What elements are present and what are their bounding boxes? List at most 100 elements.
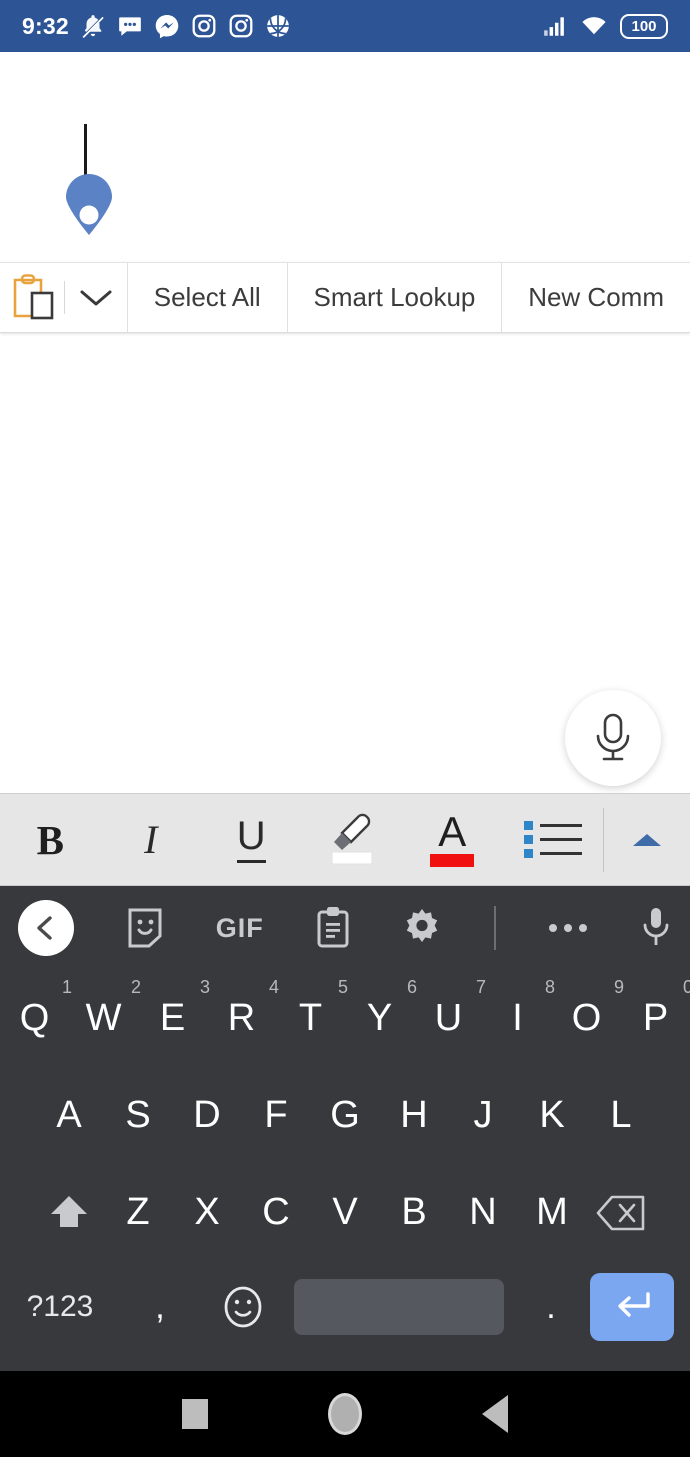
- key-label: G: [330, 1094, 360, 1136]
- menu-item-new-comment[interactable]: New Comm: [502, 263, 690, 332]
- bullet-list-button[interactable]: [503, 794, 604, 885]
- bold-button[interactable]: B: [0, 794, 101, 885]
- key-j[interactable]: J: [449, 1094, 518, 1137]
- key-h[interactable]: H: [380, 1094, 449, 1137]
- keyboard-row-4: ?123 , .: [0, 1261, 690, 1353]
- key-o[interactable]: O9: [552, 977, 624, 1040]
- key-label: B: [401, 1191, 427, 1233]
- keyboard-row-3: Z XCV BNM: [0, 1164, 690, 1261]
- comma-key[interactable]: ,: [120, 1288, 200, 1327]
- enter-key[interactable]: [590, 1273, 674, 1341]
- voice-input-button[interactable]: [640, 906, 672, 950]
- emoji-key[interactable]: [200, 1284, 286, 1330]
- key-r[interactable]: R4: [207, 977, 279, 1040]
- key-v[interactable]: V: [311, 1191, 380, 1234]
- gear-icon: [407, 909, 438, 942]
- dictation-fab[interactable]: [565, 690, 661, 786]
- key-label: Z: [126, 1191, 150, 1233]
- key-number-hint: 8: [544, 977, 555, 997]
- key-s[interactable]: S: [104, 1094, 173, 1137]
- chevron-left-icon: [37, 916, 52, 940]
- key-b[interactable]: B: [380, 1191, 449, 1234]
- expand-toolbar-button[interactable]: [604, 830, 690, 850]
- key-number-hint: 7: [475, 977, 486, 997]
- space-key[interactable]: [294, 1279, 504, 1335]
- status-bar: 9:32 100: [0, 0, 690, 52]
- key-a[interactable]: A: [35, 1094, 104, 1137]
- key-q[interactable]: Q1: [0, 977, 72, 1040]
- sticker-button[interactable]: [125, 907, 165, 949]
- key-n[interactable]: N: [449, 1191, 518, 1234]
- recents-button[interactable]: [160, 1379, 230, 1449]
- home-button[interactable]: [310, 1379, 380, 1449]
- settings-button[interactable]: [401, 907, 443, 949]
- italic-button[interactable]: I: [101, 794, 202, 885]
- clipboard-button[interactable]: [315, 906, 351, 950]
- cursor-drag-handle[interactable]: [60, 174, 118, 236]
- keyboard-back-button[interactable]: [18, 900, 74, 956]
- key-e[interactable]: E3: [138, 977, 210, 1040]
- key-d[interactable]: D: [173, 1094, 242, 1137]
- microphone-icon: [643, 908, 669, 945]
- menu-item-select-all[interactable]: Select All: [128, 263, 287, 332]
- key-label: A: [56, 1094, 82, 1136]
- paste-options-button[interactable]: [65, 263, 127, 332]
- key-c[interactable]: C: [242, 1191, 311, 1234]
- key-label: Y: [366, 997, 393, 1039]
- key-g[interactable]: G: [311, 1094, 380, 1137]
- key-i[interactable]: I8: [483, 977, 555, 1040]
- key-number-hint: 6: [406, 977, 417, 997]
- key-l[interactable]: L: [587, 1094, 656, 1137]
- key-p[interactable]: P0: [621, 977, 690, 1040]
- key-t[interactable]: T5: [276, 977, 348, 1040]
- status-bar-left: 9:32: [22, 13, 542, 40]
- key-label: M: [536, 1191, 568, 1233]
- key-label: H: [400, 1094, 428, 1136]
- key-label: V: [332, 1191, 358, 1233]
- bold-label: B: [36, 816, 64, 863]
- key-label: W: [85, 997, 122, 1039]
- status-bar-clock: 9:32: [22, 12, 69, 39]
- highlight-button[interactable]: [302, 794, 403, 885]
- battery-level-label: 100: [631, 17, 657, 35]
- key-label: Q: [19, 997, 50, 1039]
- key-label: S: [125, 1094, 151, 1136]
- status-bar-right: 100: [542, 13, 668, 39]
- key-y[interactable]: Y6: [345, 977, 417, 1040]
- key-number-hint: 2: [130, 977, 141, 997]
- backspace-key[interactable]: [587, 1194, 656, 1232]
- key-label: L: [610, 1094, 632, 1136]
- document-canvas[interactable]: [0, 52, 690, 793]
- symbols-key[interactable]: ?123: [0, 1290, 120, 1324]
- underline-label: U: [236, 816, 266, 863]
- circle-icon: [328, 1393, 362, 1435]
- key-label: X: [194, 1191, 220, 1233]
- chevron-up-icon: [633, 833, 661, 846]
- key-label: K: [539, 1094, 565, 1136]
- gif-button[interactable]: GIF: [216, 913, 264, 944]
- key-z[interactable]: Z: [104, 1191, 173, 1234]
- font-color-button[interactable]: A: [402, 794, 503, 885]
- text-selection-context-menu: Select All Smart Lookup New Comm: [0, 262, 690, 333]
- phone-screen: 9:32 100 Select All Smart Lookup New Com…: [0, 0, 690, 1457]
- key-label: R: [227, 997, 256, 1039]
- menu-item-smart-lookup[interactable]: Smart Lookup: [288, 263, 502, 332]
- key-x[interactable]: X: [173, 1191, 242, 1234]
- key-label: D: [193, 1094, 221, 1136]
- key-number-hint: 3: [199, 977, 210, 997]
- key-w[interactable]: W2: [69, 977, 141, 1040]
- period-key[interactable]: .: [512, 1288, 590, 1327]
- paste-button[interactable]: [0, 263, 64, 332]
- more-options-button[interactable]: [547, 921, 589, 935]
- key-k[interactable]: K: [518, 1094, 587, 1137]
- key-m[interactable]: M: [518, 1191, 587, 1234]
- key-u[interactable]: U7: [414, 977, 486, 1040]
- microphone-icon: [596, 713, 630, 761]
- back-button[interactable]: [460, 1379, 530, 1449]
- messages-icon: [119, 17, 141, 36]
- key-label: U: [434, 997, 463, 1039]
- key-f[interactable]: F: [242, 1094, 311, 1137]
- clipboard-icon: [317, 907, 349, 948]
- underline-button[interactable]: U: [201, 794, 302, 885]
- shift-key[interactable]: [35, 1191, 104, 1235]
